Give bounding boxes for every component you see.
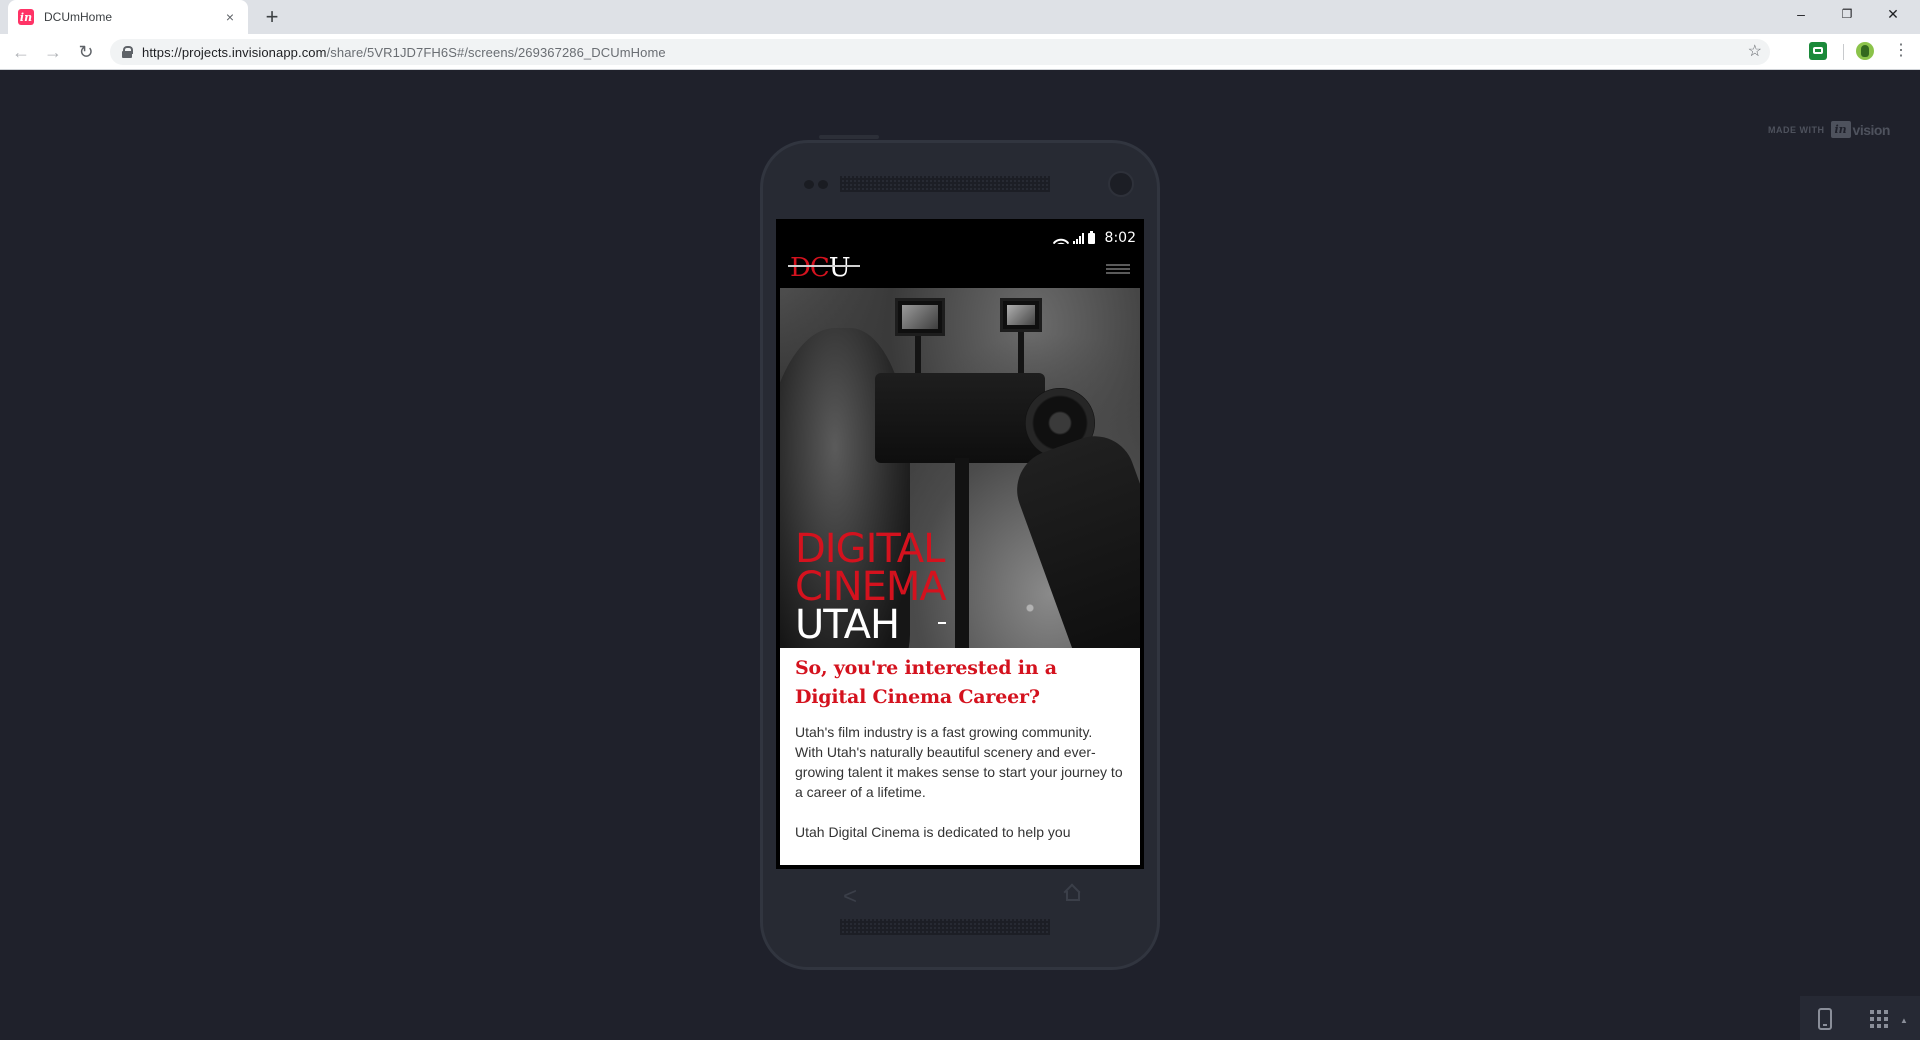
camera-monitor (895, 298, 945, 336)
hero-dash-mark (938, 622, 946, 624)
battery-icon (1087, 230, 1095, 244)
made-with-text: MADE WITH (1768, 124, 1825, 135)
logo-red-part: DC (790, 253, 830, 283)
hero-title-line-1: DIGITAL (795, 526, 945, 572)
star-icon[interactable]: ☆ (1748, 41, 1762, 61)
tab-strip: in DCUmHome × + – ❐ ✕ (0, 0, 1920, 34)
hamburger-menu-icon[interactable] (1106, 264, 1130, 274)
tab-title: DCUmHome (44, 10, 113, 24)
site-header: DCU (780, 253, 1140, 288)
phone-speaker-bottom (840, 919, 1050, 935)
minimize-button[interactable]: – (1778, 0, 1824, 30)
phone-sensor (818, 180, 828, 189)
invision-favicon-icon: in (18, 9, 34, 25)
profile-icon[interactable] (1856, 42, 1874, 60)
invision-logo-icon: in (1830, 121, 1851, 138)
window-close-button[interactable]: ✕ (1870, 0, 1916, 30)
browser-tab[interactable]: in DCUmHome × (8, 0, 248, 34)
hero-image: DIGITAL CINEMA UTAH (780, 288, 1140, 648)
intro-paragraph: Utah's film industry is a fast growing c… (795, 724, 1123, 800)
forward-arrow-icon[interactable]: → (41, 40, 65, 64)
lock-icon (122, 46, 133, 58)
kebab-menu-icon[interactable]: ⋮ (1893, 40, 1909, 62)
phone-screen: 8:02 DCU DIGITAL CINEMA UTAH So, you're … (776, 219, 1144, 869)
status-time: 8:02 (1104, 230, 1136, 246)
intro-article: So, you're interested in a Digital Cinem… (780, 648, 1140, 842)
hardware-back-icon: < (843, 883, 858, 910)
camera-rig-rod (915, 336, 921, 376)
logo-white-part: U (828, 253, 851, 283)
grid-view-icon[interactable] (1870, 1010, 1890, 1028)
status-bar: 8:02 (780, 223, 1140, 253)
url-text: https://projects.invisionapp.com/share/5… (142, 45, 666, 60)
close-icon[interactable]: × (222, 9, 238, 25)
phone-view-icon[interactable] (1818, 1008, 1832, 1030)
hardware-home-icon (1063, 883, 1080, 901)
intro-paragraph-2: Utah Digital Cinema is dedicated to help… (795, 824, 1071, 840)
prototype-controls: ▲ (1800, 996, 1920, 1040)
invision-wordmark: vision (1852, 121, 1891, 138)
camera-support (955, 458, 969, 648)
address-bar[interactable]: https://projects.invisionapp.com/share/5… (110, 39, 1770, 65)
hero-title-line-2: CINEMA (795, 564, 947, 610)
reload-icon[interactable]: ↻ (74, 40, 98, 64)
phone-camera (1108, 171, 1134, 197)
camera-rig-rod (1018, 332, 1024, 376)
url-host: https://projects.invisionapp.com (142, 44, 327, 60)
intro-headline: So, you're interested in a Digital Cinem… (795, 657, 1057, 708)
hero-title-line-3: UTAH (795, 602, 900, 648)
logo-strike-line (788, 265, 860, 267)
page-content[interactable]: DIGITAL CINEMA UTAH So, you're intereste… (780, 288, 1140, 865)
new-tab-button[interactable]: + (258, 4, 286, 30)
phone-power-button (819, 135, 879, 139)
caret-up-icon[interactable]: ▲ (1900, 1016, 1908, 1025)
phone-sensor (804, 180, 814, 189)
url-path: /share/5VR1JD7FH6S#/screens/269367286_DC… (326, 44, 666, 60)
camera-monitor (1000, 298, 1042, 332)
dcu-logo[interactable]: DCU (790, 253, 851, 283)
back-arrow-icon[interactable]: ← (9, 40, 33, 64)
cinema-camera (875, 373, 1045, 463)
toolbar-divider (1843, 44, 1844, 60)
browser-toolbar: ← → ↻ https://projects.invisionapp.com/s… (0, 34, 1920, 70)
phone-speaker-top (840, 176, 1050, 192)
signal-icon (1072, 232, 1084, 244)
extension-icon[interactable] (1809, 42, 1827, 60)
wifi-icon (1052, 232, 1069, 244)
hero-title: DIGITAL CINEMA UTAH (795, 526, 947, 648)
made-with-invision-badge[interactable]: MADE WITH in vision (1768, 121, 1891, 138)
phone-frame: 8:02 DCU DIGITAL CINEMA UTAH So, you're … (760, 140, 1160, 970)
restore-button[interactable]: ❐ (1824, 0, 1870, 30)
